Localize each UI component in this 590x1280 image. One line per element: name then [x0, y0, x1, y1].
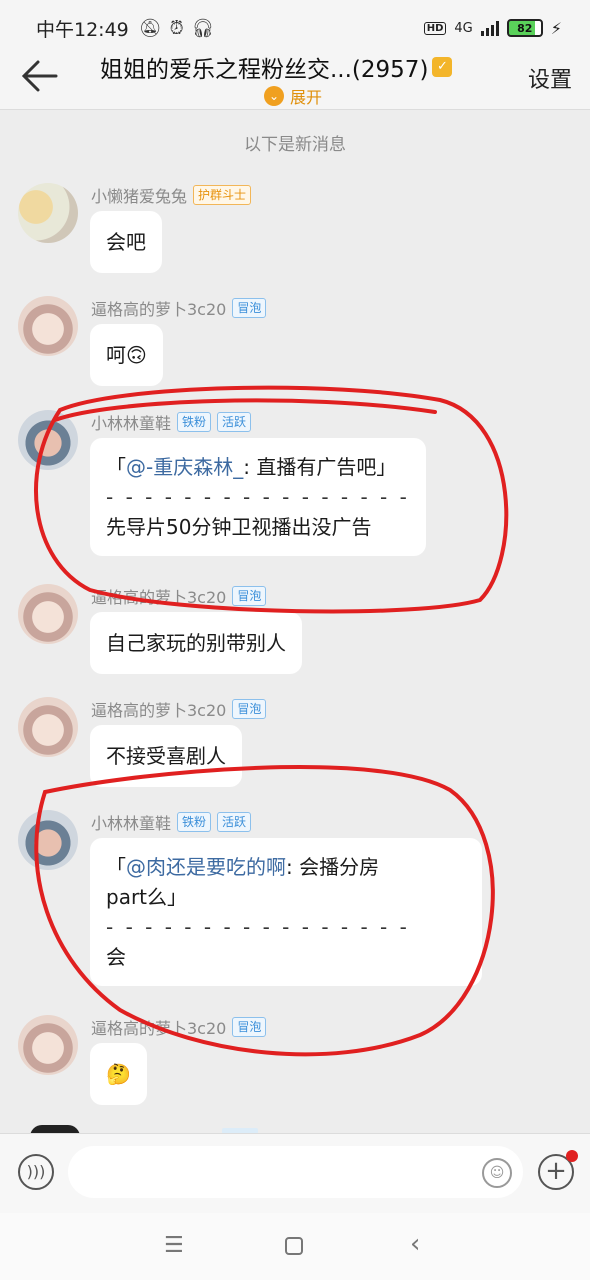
quote-separator: - - - - - - - - - - - - - - - -: [106, 915, 410, 939]
status-time: 中午12:49: [36, 18, 129, 41]
member-badge: 冒泡: [232, 298, 267, 318]
member-badge: 活跃: [217, 412, 252, 432]
avatar[interactable]: [18, 410, 78, 470]
mute-icon: 🔕︎: [138, 17, 162, 39]
avatar[interactable]: [18, 584, 78, 644]
back-icon[interactable]: ‹: [410, 1229, 420, 1259]
quote-line: 「@肉还是要吃的啊: 会播分房: [106, 855, 380, 879]
notification-dot: [566, 1150, 578, 1162]
chat-input-bar: ))) ☺ +: [0, 1133, 590, 1213]
sender-name[interactable]: 小林林童鞋: [91, 410, 171, 434]
member-badge: 冒泡: [232, 1017, 267, 1037]
emoji-icon[interactable]: ☺: [482, 1158, 512, 1188]
member-badge: 冒泡: [232, 699, 267, 719]
group-title[interactable]: 姐姐的爱乐之程粉丝交...(2957) ✓: [100, 50, 500, 84]
reply-text: 会: [106, 945, 126, 969]
sender-name[interactable]: 逼格高的萝卜3c20: [91, 697, 226, 721]
signal-icon: [480, 20, 499, 36]
sender-name[interactable]: 逼格高的萝卜3c20: [91, 1015, 226, 1039]
member-badge: 护群斗士: [193, 185, 252, 205]
message-bubble[interactable]: 会吧: [90, 211, 162, 273]
reply-text: 先导片50分钟卫视播出没广告: [106, 515, 372, 539]
avatar[interactable]: [18, 296, 78, 356]
message-bubble[interactable]: 不接受喜剧人: [90, 725, 242, 787]
expand-button[interactable]: ⌄ 展开: [264, 84, 322, 108]
sender-name[interactable]: 逼格高的萝卜3c20: [91, 584, 226, 608]
crown-icon: ✓: [432, 57, 453, 77]
hd-icon: HD: [423, 21, 447, 35]
member-badge: 铁粉: [177, 812, 212, 832]
chat-header: 姐姐的爱乐之程粉丝交...(2957) ✓ ⌄ 展开 设置: [0, 40, 590, 110]
avatar[interactable]: [18, 810, 78, 870]
headphone-icon: 🎧︎: [191, 17, 215, 39]
member-badge: 冒泡: [232, 586, 267, 606]
avatar[interactable]: [18, 183, 78, 243]
message-bubble[interactable]: 自己家玩的别带别人: [90, 612, 302, 674]
avatar[interactable]: [18, 1015, 78, 1075]
quote-separator: - - - - - - - - - - - - - - - -: [106, 485, 410, 509]
back-arrow-icon[interactable]: [20, 58, 60, 94]
charging-icon: ⚡: [550, 18, 562, 38]
chevron-down-icon: ⌄: [264, 86, 284, 106]
mention-link[interactable]: @-重庆森林_: [126, 455, 243, 479]
quote-line: part么」: [106, 885, 188, 909]
home-icon[interactable]: [285, 1237, 303, 1255]
member-badge: 铁粉: [177, 412, 212, 432]
voice-icon[interactable]: ))): [18, 1154, 54, 1190]
alarm-icon: ⏰︎: [169, 17, 184, 39]
message-input[interactable]: [68, 1146, 523, 1198]
message-bubble[interactable]: 「@肉还是要吃的啊: 会播分房 part么」 - - - - - - - - -…: [90, 838, 482, 986]
settings-button[interactable]: 设置: [528, 62, 572, 94]
battery-icon: 82: [506, 19, 543, 37]
sender-name[interactable]: 逼格高的萝卜3c20: [91, 296, 226, 320]
menu-icon[interactable]: ☰: [164, 1233, 184, 1258]
sender-name[interactable]: 小懒猪爱兔兔: [91, 183, 187, 207]
sender-name[interactable]: 小林林童鞋: [91, 810, 171, 834]
system-nav-bar: ☰ ‹: [0, 1213, 590, 1280]
new-messages-divider: 以下是新消息: [244, 135, 346, 155]
mention-link[interactable]: @肉还是要吃的啊: [126, 855, 286, 879]
avatar[interactable]: [18, 697, 78, 757]
member-badge: 活跃: [217, 812, 252, 832]
message-bubble[interactable]: 🤔: [90, 1043, 147, 1105]
message-bubble[interactable]: 呵🙃: [90, 324, 163, 386]
network-type: 4G: [454, 20, 473, 36]
message-bubble[interactable]: 「@-重庆森林_: 直播有广告吧」 - - - - - - - - - - - …: [90, 438, 426, 556]
quote-line: 「@-重庆森林_: 直播有广告吧」: [106, 455, 397, 479]
